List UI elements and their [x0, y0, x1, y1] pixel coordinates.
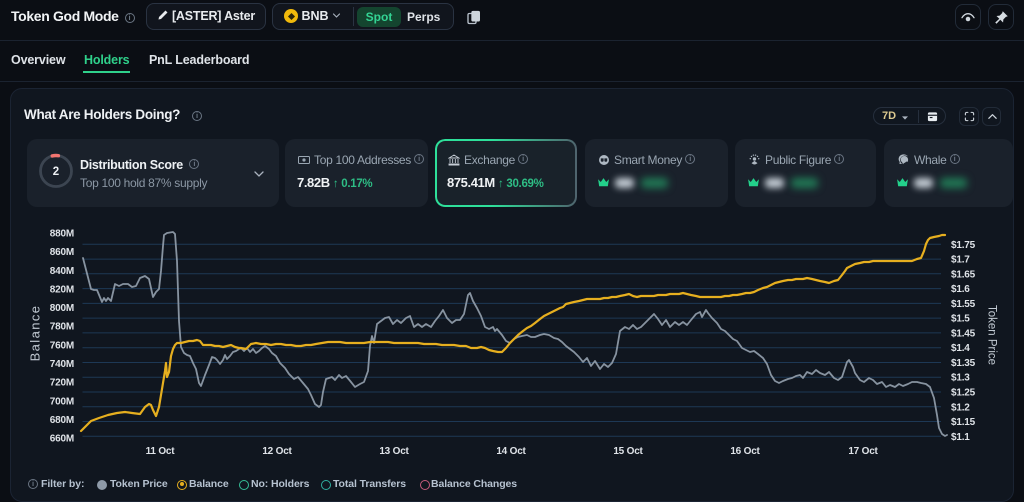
svg-text:$1.15: $1.15 [951, 417, 976, 428]
svg-text:15 Oct: 15 Oct [613, 446, 643, 457]
svg-text:820M: 820M [50, 284, 74, 295]
svg-text:760M: 760M [50, 340, 74, 351]
svg-text:$1.5: $1.5 [951, 314, 970, 325]
svg-text:Token Price: Token Price [986, 305, 998, 365]
svg-text:$1.25: $1.25 [951, 388, 976, 399]
svg-text:800M: 800M [50, 303, 74, 314]
svg-text:12 Oct: 12 Oct [262, 446, 292, 457]
svg-text:13 Oct: 13 Oct [379, 446, 409, 457]
svg-text:$1.3: $1.3 [951, 373, 970, 384]
svg-text:880M: 880M [50, 229, 74, 240]
svg-text:720M: 720M [50, 378, 74, 389]
svg-text:$1.7: $1.7 [951, 255, 970, 266]
svg-text:$1.6: $1.6 [951, 284, 970, 295]
svg-text:11 Oct: 11 Oct [146, 446, 176, 457]
svg-text:780M: 780M [50, 322, 74, 333]
svg-text:700M: 700M [50, 396, 74, 407]
svg-text:660M: 660M [50, 434, 74, 445]
svg-text:840M: 840M [50, 266, 74, 277]
svg-text:$1.55: $1.55 [951, 299, 976, 310]
svg-text:$1.75: $1.75 [951, 240, 976, 251]
svg-text:16 Oct: 16 Oct [730, 446, 760, 457]
svg-text:$1.1: $1.1 [951, 432, 970, 443]
svg-text:$1.2: $1.2 [951, 402, 970, 413]
svg-text:740M: 740M [50, 359, 74, 370]
svg-text:$1.65: $1.65 [951, 269, 976, 280]
svg-text:$1.35: $1.35 [951, 358, 976, 369]
svg-text:$1.4: $1.4 [951, 343, 970, 354]
svg-text:860M: 860M [50, 247, 74, 258]
svg-text:680M: 680M [50, 415, 74, 426]
svg-text:$1.45: $1.45 [951, 328, 976, 339]
svg-text:2: 2 [53, 166, 59, 178]
svg-text:17 Oct: 17 Oct [848, 446, 878, 457]
svg-text:Balance: Balance [28, 305, 43, 362]
svg-text:14 Oct: 14 Oct [496, 446, 526, 457]
